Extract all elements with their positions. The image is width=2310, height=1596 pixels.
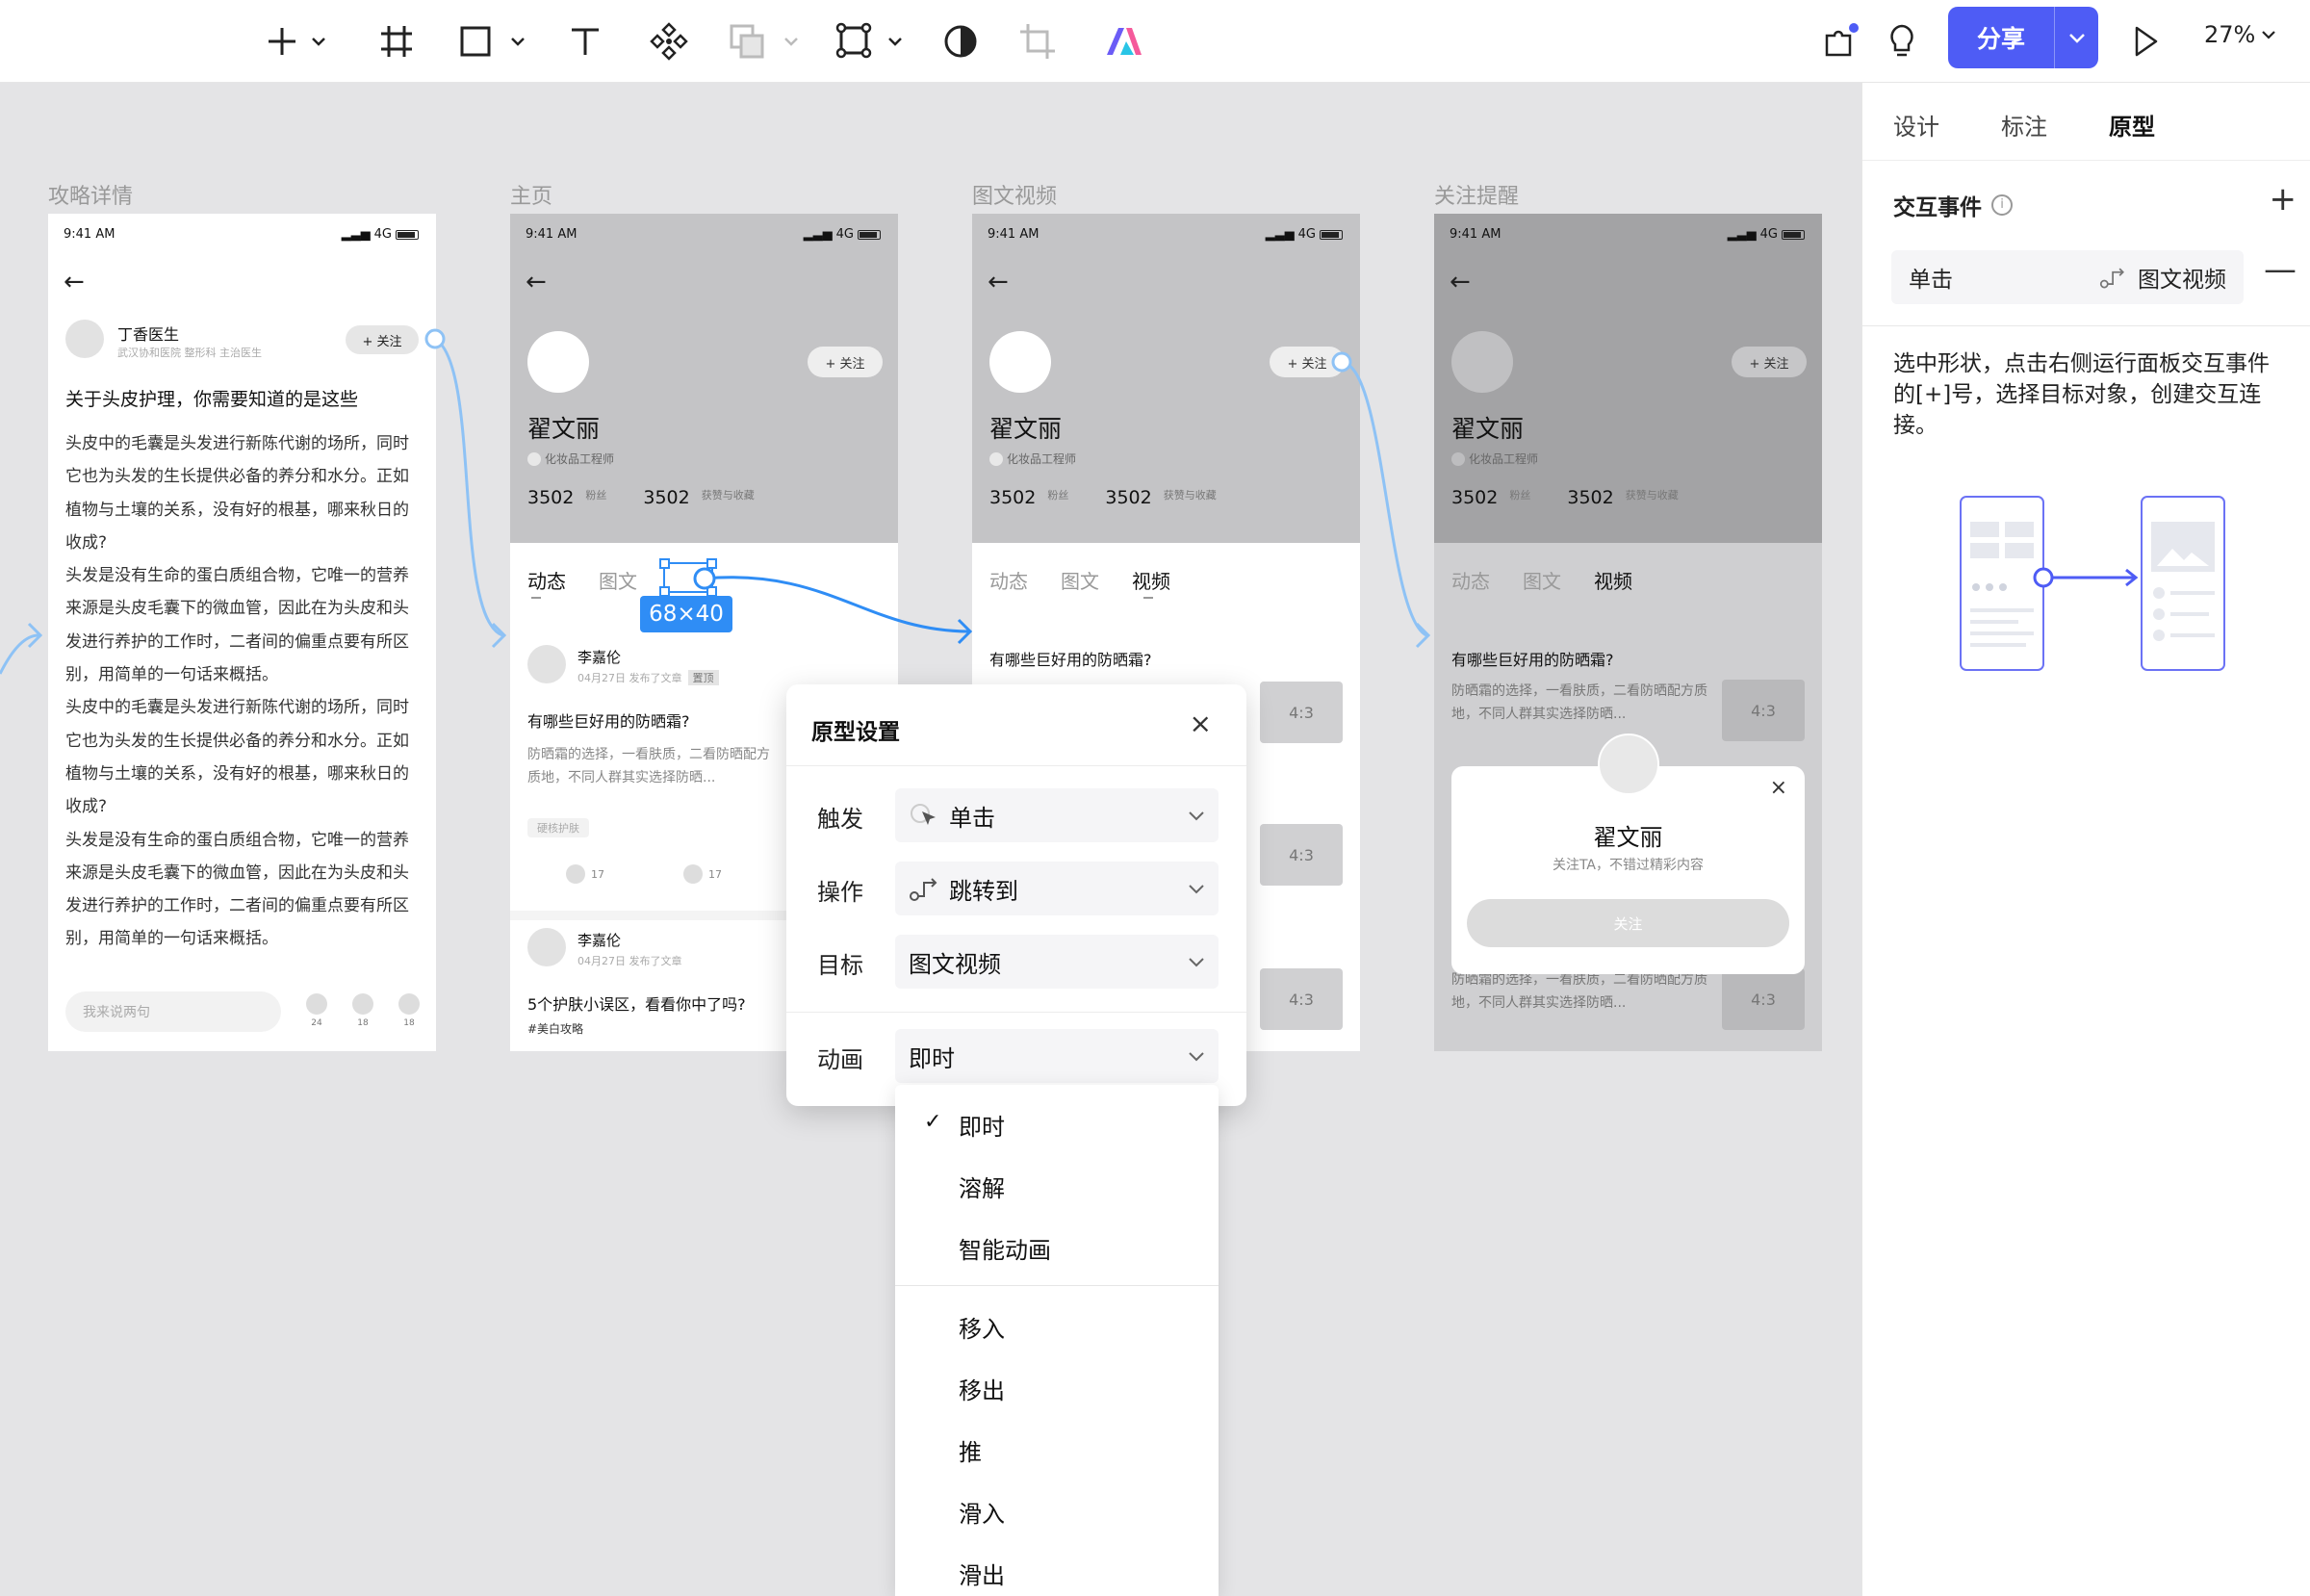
arrowhead [491, 622, 507, 649]
checkmark-icon: ✓ [924, 1110, 942, 1134]
popover-title: 原型设置 [811, 720, 900, 745]
target-select[interactable]: 图文视频 [895, 935, 1219, 989]
divider [786, 1012, 1246, 1013]
target-label: 目标 [817, 952, 863, 979]
right-panel: 设计 标注 原型 交互事件 i + 单击 图文视频 — 选中形状，点击右侧运行面… [1861, 83, 2310, 1596]
trigger-select[interactable]: 单击 [895, 788, 1219, 842]
trigger-label: 触发 [817, 806, 863, 833]
app-window: 分享 27% 攻略详情 主页 图文视频 关注提醒 9:41 AM ▂▃▅ 4G ←… [0, 0, 2310, 1596]
arrowhead [1415, 622, 1431, 649]
navigate-icon [2099, 268, 2124, 289]
link-handle[interactable] [1331, 351, 1352, 373]
resize-handle[interactable] [659, 558, 670, 569]
divider [1862, 325, 2310, 326]
tab-design[interactable]: 设计 [1893, 108, 1939, 142]
click-icon [911, 804, 936, 825]
remove-event-button[interactable]: — [2264, 250, 2297, 289]
link-handle[interactable] [424, 328, 446, 349]
ideas-button[interactable] [1883, 13, 1921, 70]
chevron-down-icon [1189, 811, 1204, 821]
animation-label: 动画 [817, 1046, 863, 1073]
chevron-down-icon [1189, 885, 1204, 894]
divider [895, 1285, 1219, 1286]
tab-annotate[interactable]: 标注 [2001, 108, 2047, 142]
section-title: 交互事件 [1893, 195, 1982, 220]
animation-value: 即时 [909, 1044, 955, 1072]
option-move-out[interactable]: 移出 [959, 1372, 1005, 1405]
action-value: 跳转到 [949, 877, 1018, 905]
close-icon[interactable]: × [1190, 708, 1212, 739]
tab-prototype[interactable]: 原型 [2109, 108, 2155, 142]
divider [1862, 160, 2310, 161]
info-icon[interactable]: i [1991, 194, 2013, 216]
event-row[interactable]: 单击 图文视频 [1891, 250, 2244, 304]
option-slide-in[interactable]: 滑入 [959, 1495, 1005, 1529]
event-target: 图文视频 [2099, 261, 2226, 294]
share-button[interactable]: 分享 [1948, 7, 2054, 68]
resize-handle[interactable] [706, 558, 717, 569]
action-label: 操作 [817, 879, 863, 906]
animation-dropdown: ✓ 即时 溶解 智能动画 移入 移出 推 滑入 滑出 [895, 1085, 1219, 1596]
chevron-down-icon [1189, 1052, 1204, 1062]
prototype-settings-popover: 原型设置 × 触发 单击 操作 跳转到 目标 图文视频 动画 即时 [786, 684, 1246, 1106]
add-event-button[interactable]: + [2270, 183, 2297, 216]
action-select[interactable]: 跳转到 [895, 862, 1219, 915]
link-line[interactable] [1341, 360, 1427, 637]
trigger-value: 单击 [949, 804, 995, 832]
navigate-icon [910, 878, 937, 901]
divider [786, 765, 1246, 766]
illustration [1960, 496, 2225, 671]
chevron-down-icon [1189, 958, 1204, 967]
chevron-down-icon [2068, 34, 2085, 43]
link-line[interactable] [434, 337, 503, 637]
event-target-label: 图文视频 [2138, 268, 2226, 293]
section-header: 交互事件 i [1893, 189, 2013, 221]
option-move-in[interactable]: 移入 [959, 1310, 1005, 1344]
animation-select[interactable]: 即时 [895, 1029, 1219, 1083]
preview-button[interactable] [2125, 13, 2164, 70]
option-slide-out[interactable]: 滑出 [959, 1557, 1005, 1590]
zoom-level: 27% [2204, 21, 2256, 48]
active-link-line[interactable] [704, 576, 969, 633]
zoom-control[interactable]: 27% [2204, 21, 2276, 48]
event-trigger: 单击 [1909, 268, 1953, 293]
share-button-group: 分享 [1948, 7, 2098, 68]
hint-text: 选中形状，点击右侧运行面板交互事件的[+]号，选择目标对象，创建交互连接。 [1893, 351, 2270, 438]
chevron-down-icon [2262, 31, 2276, 39]
play-icon [2135, 26, 2158, 57]
lightbulb-icon [1890, 24, 1913, 57]
option-instant[interactable]: 即时 [959, 1108, 1005, 1142]
target-value: 图文视频 [909, 950, 1001, 978]
option-dissolve[interactable]: 溶解 [959, 1170, 1005, 1203]
active-link-handle[interactable] [693, 567, 716, 590]
resize-handle[interactable] [659, 586, 670, 597]
option-smart-animate[interactable]: 智能动画 [959, 1231, 1051, 1265]
share-options-button[interactable] [2054, 7, 2098, 68]
option-push[interactable]: 推 [959, 1433, 982, 1467]
size-badge: 68×40 [640, 596, 732, 632]
